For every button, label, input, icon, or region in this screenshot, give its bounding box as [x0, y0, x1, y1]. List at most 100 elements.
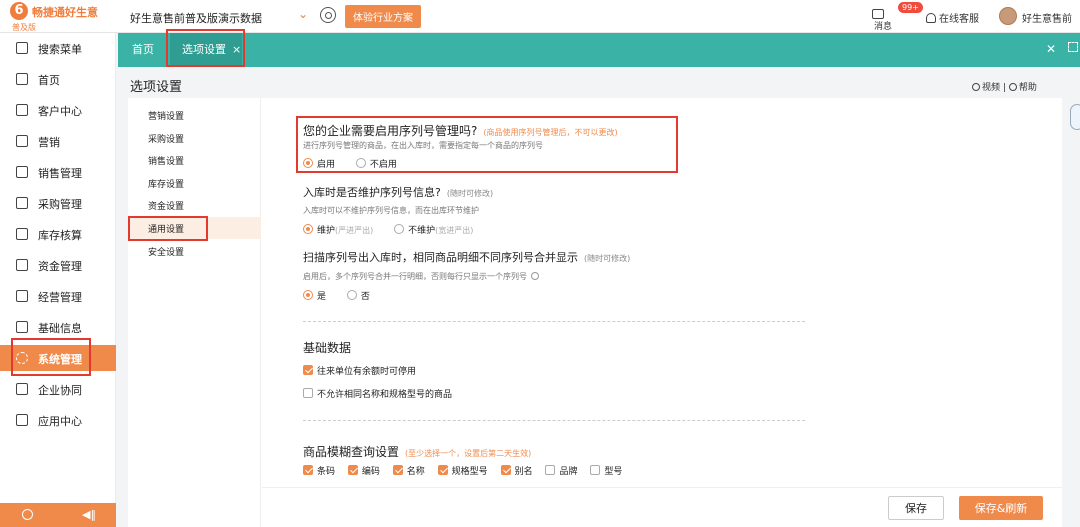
action-footer: 保存 保存&刷新 [262, 487, 1062, 527]
sidebar-item-customer-center[interactable]: 客户中心 [0, 97, 116, 123]
radio-sub-label: (宽进严出) [435, 226, 474, 235]
app-logo[interactable]: 6 畅捷通好生意 普及版 [6, 2, 118, 32]
fuzzy-title: 商品模糊查询设置 [303, 445, 400, 459]
sidebar-item-search-menu[interactable]: 搜索菜单 [0, 35, 116, 61]
inbound-option-no-maintain[interactable]: 不维护(宽进严出) [394, 223, 473, 236]
sidebar-item-collaboration[interactable]: 企业协同 [0, 376, 116, 402]
sidebar-item-label: 营销 [38, 136, 60, 149]
sidebar-item-inventory[interactable]: 库存核算 [0, 221, 116, 247]
company-selector[interactable]: 好生意售前普及版演示数据 [130, 10, 262, 26]
sidebar-item-label: 销售管理 [38, 167, 82, 180]
checkbox-checked[interactable] [303, 365, 313, 375]
gear-icon[interactable] [320, 7, 336, 23]
subnav-item-sales[interactable]: 销售设置 [128, 149, 261, 171]
avatar[interactable] [999, 7, 1017, 25]
trial-industry-button[interactable]: 体验行业方案 [345, 5, 421, 28]
subnav-item-funds[interactable]: 资金设置 [128, 194, 261, 216]
merge-option-yes[interactable]: 是 [303, 289, 326, 302]
radio-label: 是 [317, 292, 327, 302]
fuzzy-check-barcode[interactable]: 条码 [303, 464, 335, 477]
sidebar-item-basic-info[interactable]: 基础信息 [0, 314, 116, 340]
side-float-handle[interactable] [1070, 104, 1080, 130]
sidebar-item-label: 经营管理 [38, 291, 82, 304]
fullscreen-icon[interactable] [1068, 42, 1078, 52]
merge-option-no[interactable]: 否 [346, 289, 370, 302]
sidebar-item-purchase[interactable]: 采购管理 [0, 190, 116, 216]
online-service-button[interactable]: 在线客服 [926, 10, 979, 25]
sidebar-item-label: 搜索菜单 [38, 43, 82, 56]
checkbox-label: 规格型号 [451, 467, 488, 477]
basic-check-no-duplicate-goods[interactable]: 不允许相同名称和规格型号的商品 [303, 387, 452, 400]
sidebar-item-funds[interactable]: 资金管理 [0, 252, 116, 278]
highlight-serial-question [296, 116, 678, 173]
checkbox-unchecked[interactable] [590, 465, 601, 475]
headset-icon [926, 13, 936, 23]
checkbox-checked[interactable] [500, 465, 511, 475]
online-service-label: 在线客服 [939, 14, 979, 25]
basic-check-inactive-with-balance[interactable]: 往来单位有余额时可停用 [303, 364, 416, 377]
save-button[interactable]: 保存 [888, 496, 944, 520]
sidebar-item-label: 采购管理 [38, 198, 82, 211]
tabs-bar: 首页 选项设置 × ✕ [118, 33, 1080, 67]
inbound-option-maintain[interactable]: 维护(严进严出) [303, 223, 373, 236]
inventory-icon [16, 228, 28, 240]
checkbox-label: 品牌 [559, 467, 578, 477]
sidebar-item-home[interactable]: 首页 [0, 66, 116, 92]
sidebar-item-label: 企业协同 [38, 384, 82, 397]
search-icon [16, 42, 28, 54]
section-divider [303, 321, 805, 322]
checkbox-label: 往来单位有余额时可停用 [317, 367, 417, 377]
highlight-system-menu [11, 338, 91, 376]
radio-selected[interactable] [303, 290, 313, 300]
checkbox-unchecked[interactable] [303, 388, 313, 398]
close-all-tabs-icon[interactable]: ✕ [1046, 42, 1056, 56]
radio-selected[interactable] [303, 224, 313, 234]
sidebar-item-marketing[interactable]: 营销 [0, 128, 116, 154]
chevron-down-icon[interactable]: ⌄ [298, 7, 308, 21]
fuzzy-note: (至少选择一个，设置后第二天生效) [405, 449, 532, 458]
fuzzy-check-name[interactable]: 名称 [392, 464, 425, 477]
gear-icon[interactable] [22, 509, 33, 520]
radio-unselected[interactable] [346, 290, 357, 300]
link-separator: | [1002, 83, 1006, 93]
sales-icon [16, 166, 28, 178]
fuzzy-check-alias[interactable]: 别名 [500, 464, 533, 477]
tab-home[interactable]: 首页 [132, 33, 154, 67]
sidebar-item-app-center[interactable]: 应用中心 [0, 407, 116, 433]
message-icon [872, 9, 884, 19]
fuzzy-check-model[interactable]: 型号 [590, 464, 622, 477]
checkbox-checked[interactable] [437, 465, 448, 475]
help-link[interactable]: 帮助 [1019, 83, 1037, 93]
sidebar-item-label: 基础信息 [38, 322, 82, 335]
subnav-label: 库存设置 [148, 180, 185, 190]
subnav-label: 资金设置 [148, 202, 185, 212]
section-divider [303, 420, 805, 421]
save-refresh-button[interactable]: 保存&刷新 [959, 496, 1043, 520]
app-center-icon [16, 414, 28, 426]
help-icon[interactable] [531, 272, 539, 280]
sidebar-item-sales[interactable]: 销售管理 [0, 159, 116, 185]
merge-question: 扫描序列号出入库时，相同商品明细不同序列号合并显示 (随时可修改) [303, 249, 630, 265]
subnav-item-purchase[interactable]: 采购设置 [128, 127, 261, 149]
merge-desc-text: 启用后，多个序列号合并一行明细，否则每行只显示一个序列号 [303, 272, 527, 281]
inbound-title: 入库时是否维护序列号信息? [303, 186, 441, 199]
sidebar-item-operations[interactable]: 经营管理 [0, 283, 116, 309]
fuzzy-check-spec[interactable]: 规格型号 [437, 464, 488, 477]
checkbox-label: 编码 [361, 467, 380, 477]
checkbox-checked[interactable] [392, 465, 403, 475]
checkbox-checked[interactable] [347, 465, 358, 475]
subnav-item-inventory[interactable]: 库存设置 [128, 172, 261, 194]
checkbox-unchecked[interactable] [545, 465, 556, 475]
video-link[interactable]: 视频 [982, 83, 1000, 93]
radio-label: 不维护 [408, 226, 436, 236]
checkbox-checked[interactable] [303, 465, 313, 475]
fuzzy-checkbox-group: 条码 编码 名称 规格型号 别名 品牌 型号 [303, 464, 632, 477]
messages-button[interactable]: 99+ 消息 [872, 2, 923, 32]
subnav-item-marketing[interactable]: 营销设置 [128, 104, 261, 126]
subnav-item-security[interactable]: 安全设置 [128, 240, 261, 262]
collapse-sidebar-icon[interactable]: ◀‖ [82, 508, 96, 521]
fuzzy-check-code[interactable]: 编码 [347, 464, 380, 477]
user-name[interactable]: 好生意售前 [1022, 10, 1072, 25]
fuzzy-check-brand[interactable]: 品牌 [545, 464, 577, 477]
radio-unselected[interactable] [394, 224, 405, 234]
